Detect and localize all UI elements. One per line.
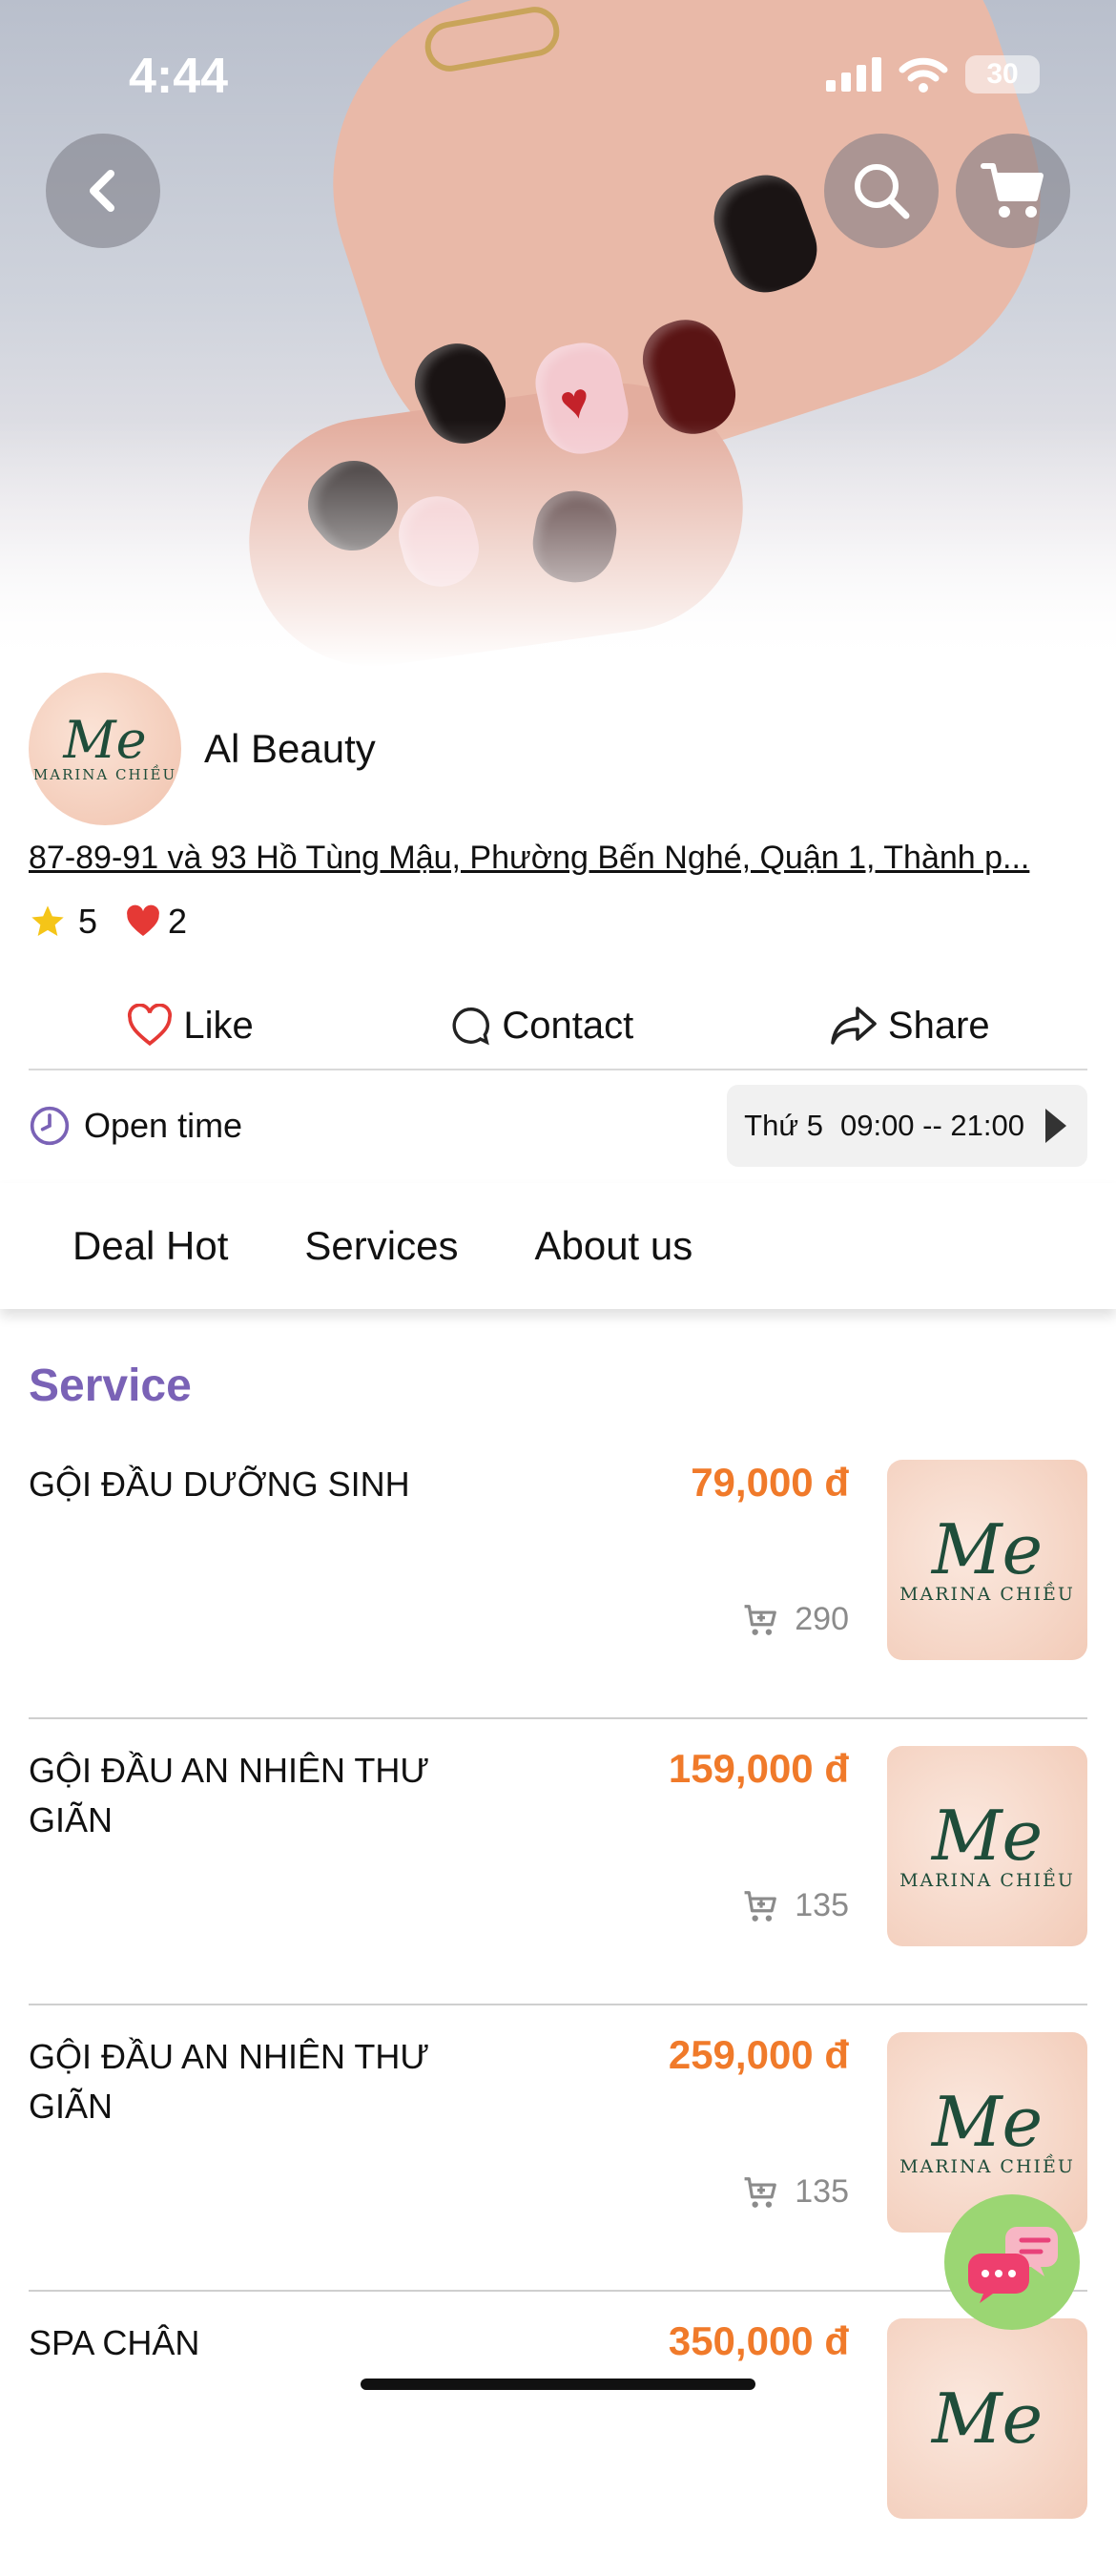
service-thumbnail: Me MARINA CHIỀU (887, 1460, 1087, 1660)
chevron-right-icon (1045, 1109, 1066, 1143)
sold-count: 135 (795, 1887, 849, 1923)
hero-fade (0, 420, 1116, 668)
shop-header: Me MARINA CHIỀU Al Beauty (29, 673, 376, 825)
heart-icon (127, 904, 159, 936)
home-indicator (361, 2379, 755, 2390)
status-bar: 4:44 30 (0, 38, 1116, 114)
back-icon (90, 170, 114, 212)
share-label: Share (887, 1004, 990, 1047)
sold-count: 135 (795, 2173, 849, 2210)
service-item[interactable]: GỘI ĐẦU AN NHIÊN THƯ GIÃN 259,000 đ 135 … (29, 2004, 1087, 2292)
service-price: 259,000 đ (668, 2032, 849, 2077)
service-item[interactable]: SPA CHÂN 350,000 đ Me (29, 2290, 1087, 2576)
logo-name: MARINA CHIỀU (32, 766, 177, 783)
service-name: GỘI ĐẦU AN NHIÊN THƯ GIÃN (29, 2037, 430, 2126)
thumb-logo-name: MARINA CHIỀU (899, 2156, 1075, 2177)
service-thumbnail: Me MARINA CHIỀU (887, 1746, 1087, 1946)
service-name: SPA CHÂN (29, 2323, 200, 2362)
thumb-logo-name: MARINA CHIỀU (899, 1584, 1075, 1605)
thumb-logo-mark: Me (931, 1796, 1044, 1876)
open-hours: 09:00 -- 21:00 (839, 1109, 1024, 1142)
chat-fab[interactable] (944, 2194, 1080, 2330)
likes-count: 2 (168, 902, 188, 941)
thumb-logo-name: MARINA CHIỀU (899, 1870, 1075, 1891)
search-button[interactable] (824, 134, 939, 248)
action-bar: Like Contact Share (29, 983, 1087, 1070)
open-time-label-group: Open time (29, 1105, 242, 1147)
logo-mark: Me (63, 710, 147, 770)
service-item[interactable]: GỘI ĐẦU AN NHIÊN THƯ GIÃN 159,000 đ 135 … (29, 1717, 1087, 2005)
shop-stats: 5 2 (29, 902, 187, 942)
back-button[interactable] (46, 134, 160, 248)
thumb-logo-mark: Me (931, 2082, 1044, 2162)
thumb-logo-mark: Me (931, 2379, 1044, 2459)
service-price: 159,000 đ (668, 1746, 849, 1791)
thumb-logo-mark: Me (931, 1509, 1044, 1589)
contact-label: Contact (502, 1004, 634, 1047)
service-sold: 290 (743, 1601, 849, 1638)
open-hours-selector[interactable]: Thứ 5 09:00 -- 21:00 (727, 1085, 1087, 1167)
cart-button[interactable] (956, 134, 1070, 248)
sold-count: 290 (795, 1601, 849, 1637)
wifi-icon (899, 57, 948, 93)
shop-name: Al Beauty (204, 726, 376, 771)
contact-button[interactable]: Contact (448, 1004, 633, 1048)
service-sold: 135 (743, 2173, 849, 2211)
service-thumbnail: Me (887, 2318, 1087, 2519)
status-time: 4:44 (129, 49, 229, 104)
open-time-label: Open time (84, 1106, 243, 1145)
service-item[interactable]: GỘI ĐẦU DƯỠNG SINH 79,000 đ 290 Me MARIN… (29, 1431, 1087, 1719)
cart-icon (981, 163, 1044, 218)
like-button[interactable]: Like (126, 1004, 254, 1048)
rating-value: 5 (78, 902, 98, 941)
tab-bar: Deal Hot Services About us (0, 1183, 1116, 1309)
open-time-row: Open time Thứ 5 09:00 -- 21:00 (29, 1083, 1087, 1169)
share-button[interactable]: Share (829, 1005, 990, 1048)
cart-sold-icon (744, 2176, 777, 2208)
battery-indicator: 30 (965, 55, 1040, 93)
clock-icon (30, 1106, 70, 1146)
shop-address-link[interactable]: 87-89-91 và 93 Hồ Tùng Mậu, Phường Bến N… (29, 840, 1087, 877)
service-name: GỘI ĐẦU DƯỠNG SINH (29, 1465, 410, 1504)
service-price: 350,000 đ (668, 2318, 849, 2363)
signal-icon (826, 57, 881, 92)
tab-deal-hot[interactable]: Deal Hot (72, 1223, 228, 1269)
star-icon (31, 905, 64, 936)
chat-bubble-icon (452, 1008, 490, 1046)
share-icon (831, 1007, 877, 1045)
service-price: 79,000 đ (691, 1460, 849, 1505)
tab-about-us[interactable]: About us (534, 1223, 692, 1269)
like-label: Like (183, 1004, 254, 1047)
open-day: Thứ 5 (744, 1109, 823, 1142)
status-icons: 30 (826, 55, 1040, 93)
cart-sold-icon (744, 1604, 777, 1635)
heart-outline-icon (128, 1004, 173, 1047)
section-title: Service (29, 1361, 192, 1411)
chat-fab-icon (968, 2227, 1058, 2303)
shop-logo[interactable]: Me MARINA CHIỀU (29, 673, 181, 825)
service-sold: 135 (743, 1887, 849, 1924)
search-icon (855, 164, 910, 219)
service-name: GỘI ĐẦU AN NHIÊN THƯ GIÃN (29, 1751, 430, 1839)
cart-sold-icon (744, 1890, 777, 1922)
tab-services[interactable]: Services (304, 1223, 458, 1269)
